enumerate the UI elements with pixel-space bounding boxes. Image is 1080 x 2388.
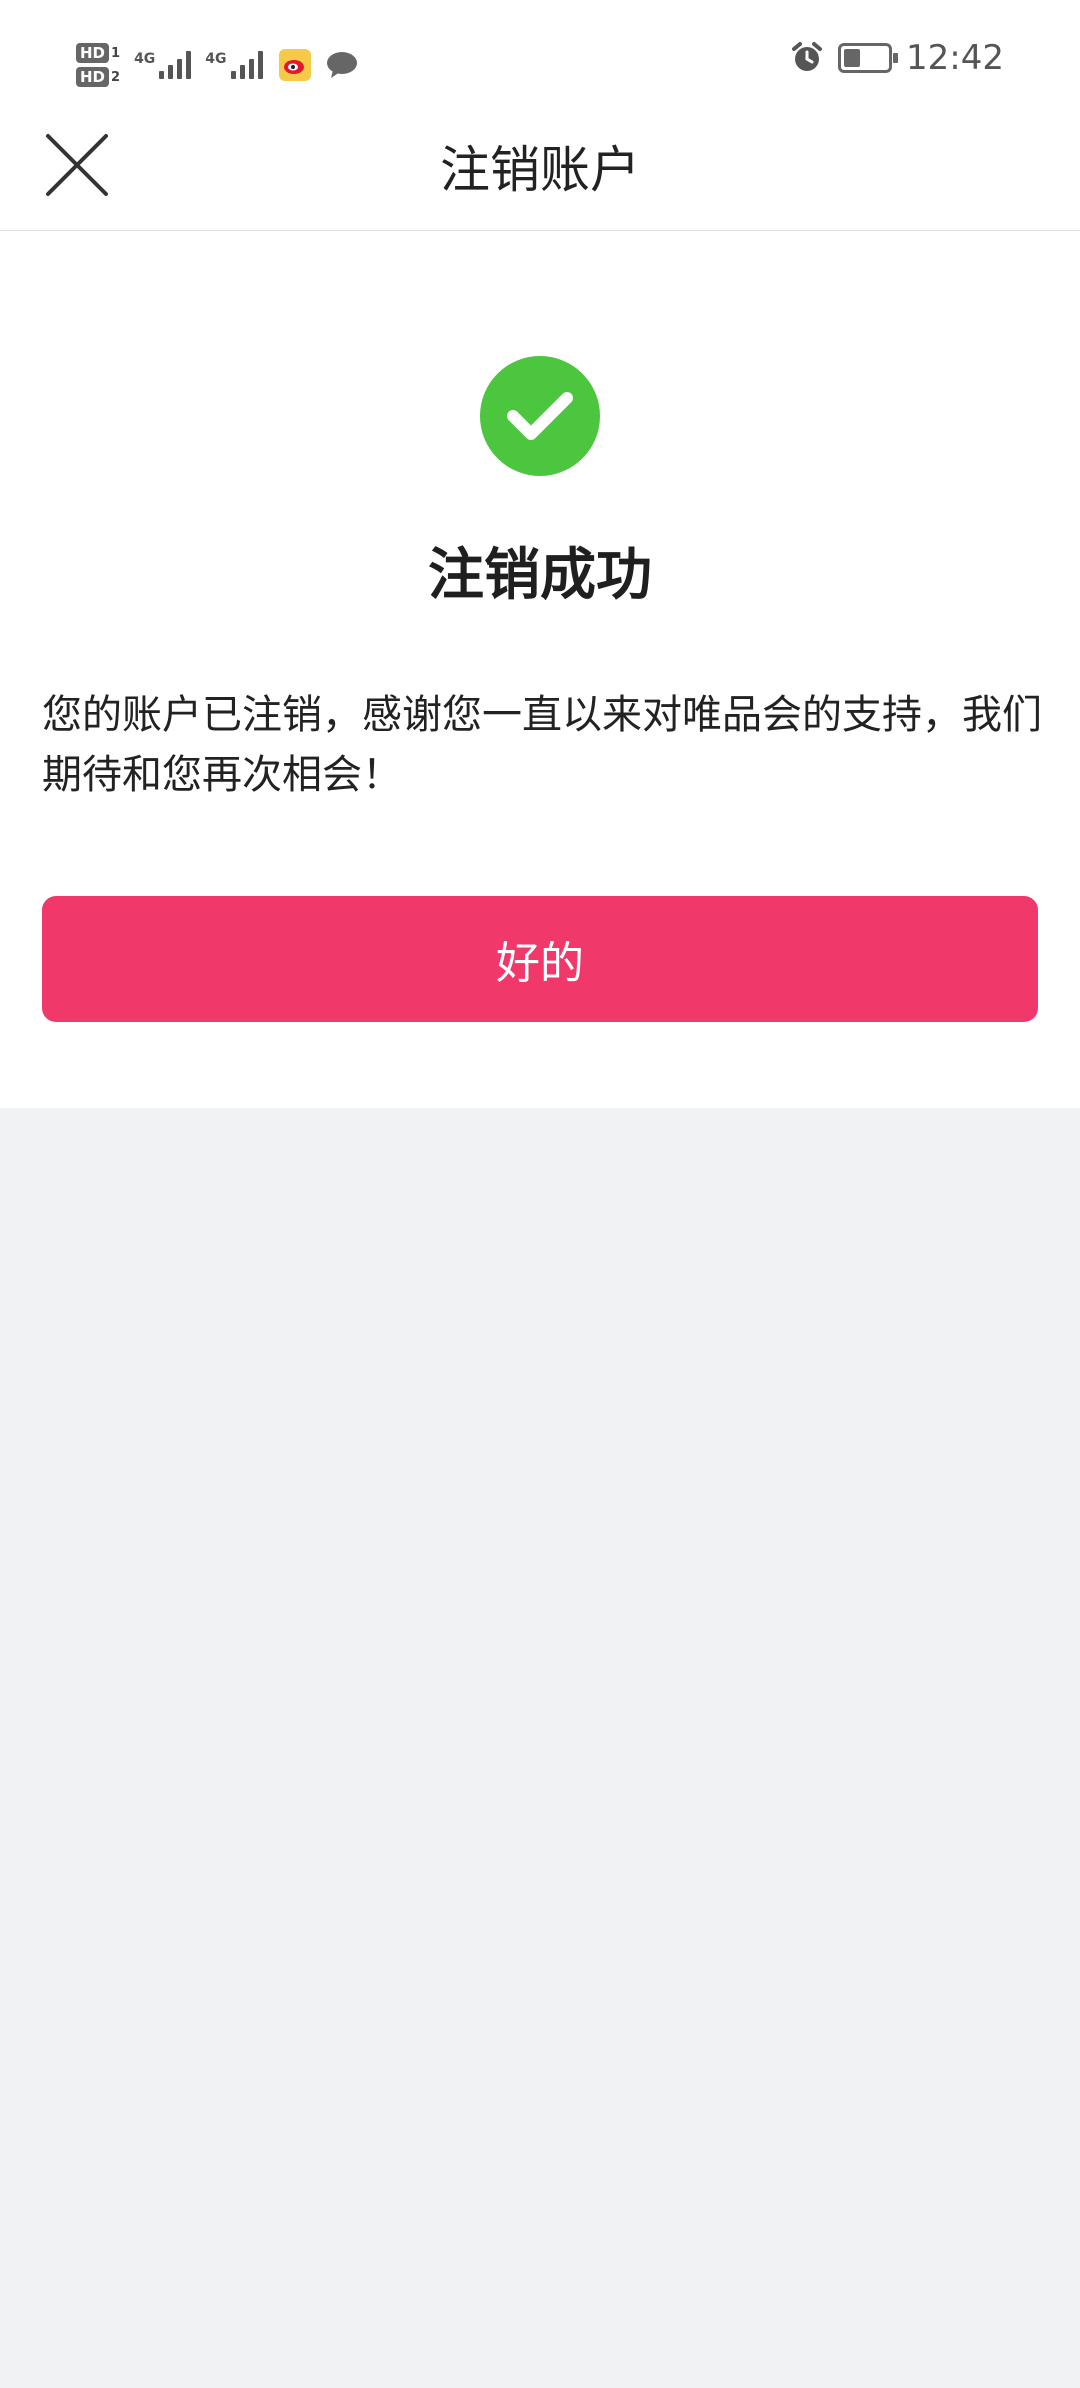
signal-icon-2: 4G bbox=[205, 51, 263, 79]
hd2-badge: HD bbox=[76, 67, 110, 87]
signal-icon-1: 4G bbox=[134, 51, 192, 79]
success-title: 注销成功 bbox=[428, 543, 652, 608]
signal-bar bbox=[186, 51, 192, 79]
battery-level bbox=[844, 49, 861, 67]
signal-bar bbox=[257, 51, 263, 79]
signal-bar bbox=[239, 65, 245, 79]
hd1-badge: HD bbox=[76, 43, 110, 63]
success-message: 您的账户已注销，感谢您一直以来对唯品会的支持，我们期待和您再次相会！ bbox=[42, 692, 1042, 798]
status-left: HD 1 HD 2 4G 4G bbox=[76, 30, 359, 100]
signal-bar bbox=[230, 71, 236, 79]
success-check-circle bbox=[480, 356, 600, 476]
signal-bar bbox=[177, 59, 183, 79]
status-right: 12:42 bbox=[790, 38, 1004, 78]
ok-button[interactable]: 好的 bbox=[42, 896, 1038, 1022]
nav-bar: 注销账户 bbox=[0, 120, 1080, 231]
hd2-number: 2 bbox=[111, 69, 121, 85]
battery-icon bbox=[838, 43, 899, 73]
hd1-indicator: HD 1 bbox=[76, 43, 120, 63]
weibo-icon bbox=[278, 49, 311, 81]
hd-indicators: HD 1 HD 2 bbox=[76, 43, 120, 87]
status-bar: HD 1 HD 2 4G 4G 12:42 bbox=[0, 0, 1080, 120]
hd1-number: 1 bbox=[111, 45, 121, 61]
signal-bar bbox=[159, 71, 165, 79]
signal-bar bbox=[248, 59, 254, 79]
page-title: 注销账户 bbox=[440, 141, 640, 199]
check-icon bbox=[507, 392, 573, 440]
hd2-indicator: HD 2 bbox=[76, 67, 120, 87]
clock: 12:42 bbox=[906, 38, 1004, 78]
network-label-2: 4G bbox=[205, 51, 227, 67]
message-icon bbox=[326, 52, 357, 78]
network-label-1: 4G bbox=[134, 51, 156, 67]
alarm-icon bbox=[792, 42, 823, 71]
signal-bar bbox=[168, 65, 174, 79]
